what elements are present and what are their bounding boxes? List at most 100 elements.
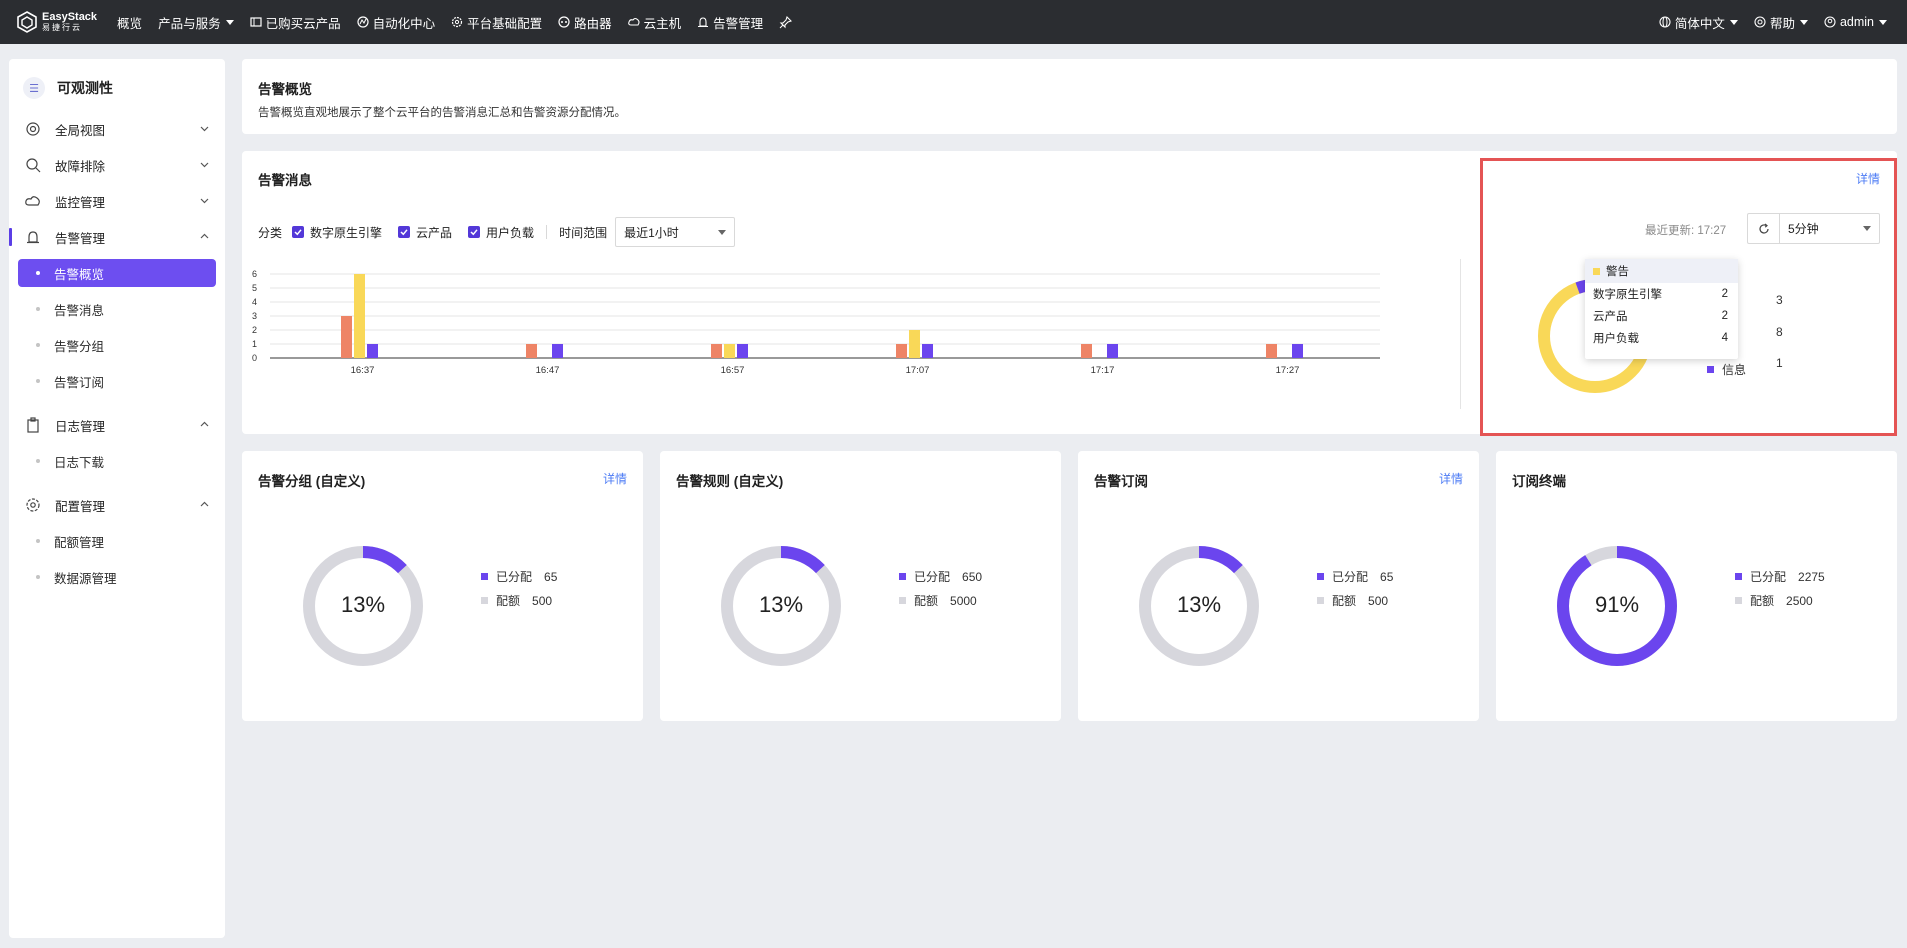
legend-value: 65 [1380, 569, 1394, 584]
page-description: 告警概览直观地展示了整个云平台的告警消息汇总和告警资源分配情况。 [258, 107, 626, 119]
sidebar-group-monitoring[interactable]: 监控管理 [9, 183, 225, 219]
nav-cloud-host[interactable]: 云主机 [620, 0, 690, 44]
menu-icon[interactable]: ☰ [23, 77, 45, 99]
alarm-icon [698, 17, 709, 27]
x-tick-label: 17:07 [906, 365, 930, 376]
legend-label: 配额 [1332, 594, 1357, 608]
panel-title: 告警规则 (自定义) [676, 474, 784, 489]
legend-label: 已分配 [496, 570, 533, 584]
time-range-select[interactable]: 最近1小时 [615, 217, 736, 247]
chevron-up-icon [200, 501, 209, 507]
sidebar-item-alarm-overview[interactable]: 告警概览 [18, 259, 216, 287]
sidebar-item-alarm-subscriptions[interactable]: 告警订阅 [18, 367, 216, 395]
help-icon [1754, 16, 1766, 28]
chevron-down-icon [1729, 19, 1738, 25]
legend-value: 5000 [950, 593, 977, 608]
pin-button[interactable] [771, 0, 804, 44]
globe-icon [26, 122, 40, 136]
legend-label: 配额 [1750, 594, 1775, 608]
nav-automation-label: 自动化中心 [372, 16, 436, 31]
alarm-icon [27, 231, 39, 244]
chart-bar [1292, 344, 1303, 358]
automation-icon [356, 16, 369, 28]
sidebar-group-alarm[interactable]: 告警管理 [9, 219, 225, 255]
legend-value: 2500 [1786, 593, 1813, 608]
divider [546, 225, 548, 239]
nav-router-label: 路由器 [574, 16, 612, 31]
chevron-down-icon [200, 162, 209, 168]
chevron-down-icon [718, 229, 727, 235]
usage-percent: 13% [1176, 592, 1222, 617]
sidebar-item-label: 告警订阅 [54, 375, 105, 390]
nav-overview[interactable]: 概览 [109, 0, 150, 44]
nav-purchased-products[interactable]: 已购买云产品 [242, 0, 349, 44]
panel-detail-link[interactable]: 详情 [603, 470, 627, 487]
highlight-box [1480, 158, 1897, 436]
easystack-logo[interactable]: EasyStack 易捷行云 [16, 11, 97, 33]
legend-value: 500 [532, 593, 553, 608]
chart-bar [1266, 344, 1277, 358]
search-icon [26, 158, 41, 173]
sidebar-group-label: 告警管理 [55, 231, 106, 246]
sidebar-group-troubleshoot[interactable]: 故障排除 [9, 147, 225, 183]
legend-value: 65 [544, 569, 558, 584]
chart-bar [1081, 344, 1092, 358]
chart-bar [1107, 344, 1118, 358]
checkbox-cloud-product[interactable] [398, 226, 411, 238]
nav-cloud-host-label: 云主机 [643, 16, 682, 31]
nav-automation[interactable]: 自动化中心 [349, 0, 444, 44]
sidebar-item-alarm-groups[interactable]: 告警分组 [18, 331, 216, 359]
chevron-up-icon [200, 233, 209, 239]
legend-swatch [1317, 573, 1324, 580]
legend-quota: 配额 5000 [899, 592, 977, 609]
language-selector[interactable]: 简体中文 [1651, 13, 1746, 32]
checkbox-user-load[interactable] [468, 226, 481, 238]
box-icon [249, 17, 262, 27]
user-menu[interactable]: admin [1816, 15, 1895, 29]
chevron-down-icon [1879, 19, 1887, 25]
legend-swatch [1317, 597, 1324, 604]
checkbox-label: 云产品 [416, 225, 453, 240]
user-icon [1824, 16, 1836, 28]
sidebar-group-config[interactable]: 配置管理 [9, 487, 225, 523]
nav-platform-config[interactable]: 平台基础配置 [443, 0, 550, 44]
sidebar-item-datasource[interactable]: 数据源管理 [18, 563, 216, 591]
divider [1460, 259, 1461, 409]
sidebar-item-label: 告警消息 [54, 303, 105, 318]
chart-bar [909, 330, 920, 358]
alarm-group-card: 告警分组 (自定义) 详情 13% 已分配 65 配额 500 [242, 451, 643, 721]
chart-bar [354, 274, 365, 358]
sidebar-group-global-view[interactable]: 全局视图 [9, 111, 225, 147]
help-menu[interactable]: 帮助 [1746, 13, 1816, 32]
subscription-endpoint-card: 订阅终端 91% 已分配 2275 配额 2500 [1496, 451, 1897, 721]
legend-swatch [1735, 573, 1742, 580]
sidebar-item-label: 告警分组 [54, 339, 105, 354]
cloud-icon [627, 17, 640, 26]
sidebar-group-logs[interactable]: 日志管理 [9, 407, 225, 443]
x-tick-label: 16:37 [351, 365, 375, 376]
nav-overview-label: 概览 [117, 16, 143, 31]
panel-title: 告警订阅 [1094, 474, 1148, 489]
legend-assigned: 已分配 65 [481, 568, 557, 585]
sidebar-header: ☰ 可观测性 [9, 73, 225, 103]
nav-alarm-label: 告警管理 [713, 16, 764, 31]
panel-detail-link[interactable]: 详情 [1439, 470, 1463, 487]
chart-bar [896, 344, 907, 358]
sidebar-item-log-download[interactable]: 日志下载 [18, 447, 216, 475]
chart-bar [367, 344, 378, 358]
sidebar-item-label: 日志下载 [54, 455, 105, 470]
sidebar-item-alarm-messages[interactable]: 告警消息 [18, 295, 216, 323]
checkbox-digital-native[interactable] [292, 226, 305, 238]
nav-products-services[interactable]: 产品与服务 [150, 0, 242, 44]
checkbox-label: 数字原生引擎 [310, 225, 383, 240]
legend-swatch [899, 597, 906, 604]
chevron-down-icon [200, 198, 209, 204]
nav-alarm-management[interactable]: 告警管理 [689, 0, 771, 44]
overview-header-card: 告警概览 告警概览直观地展示了整个云平台的告警消息汇总和告警资源分配情况。 [242, 59, 1897, 134]
cloud-icon [25, 196, 40, 206]
chart-bar [737, 344, 748, 358]
checkbox-label: 用户负载 [486, 225, 535, 240]
sidebar-item-quota[interactable]: 配额管理 [18, 527, 216, 555]
y-tick-label: 4 [252, 297, 257, 307]
nav-router[interactable]: 路由器 [550, 0, 620, 44]
